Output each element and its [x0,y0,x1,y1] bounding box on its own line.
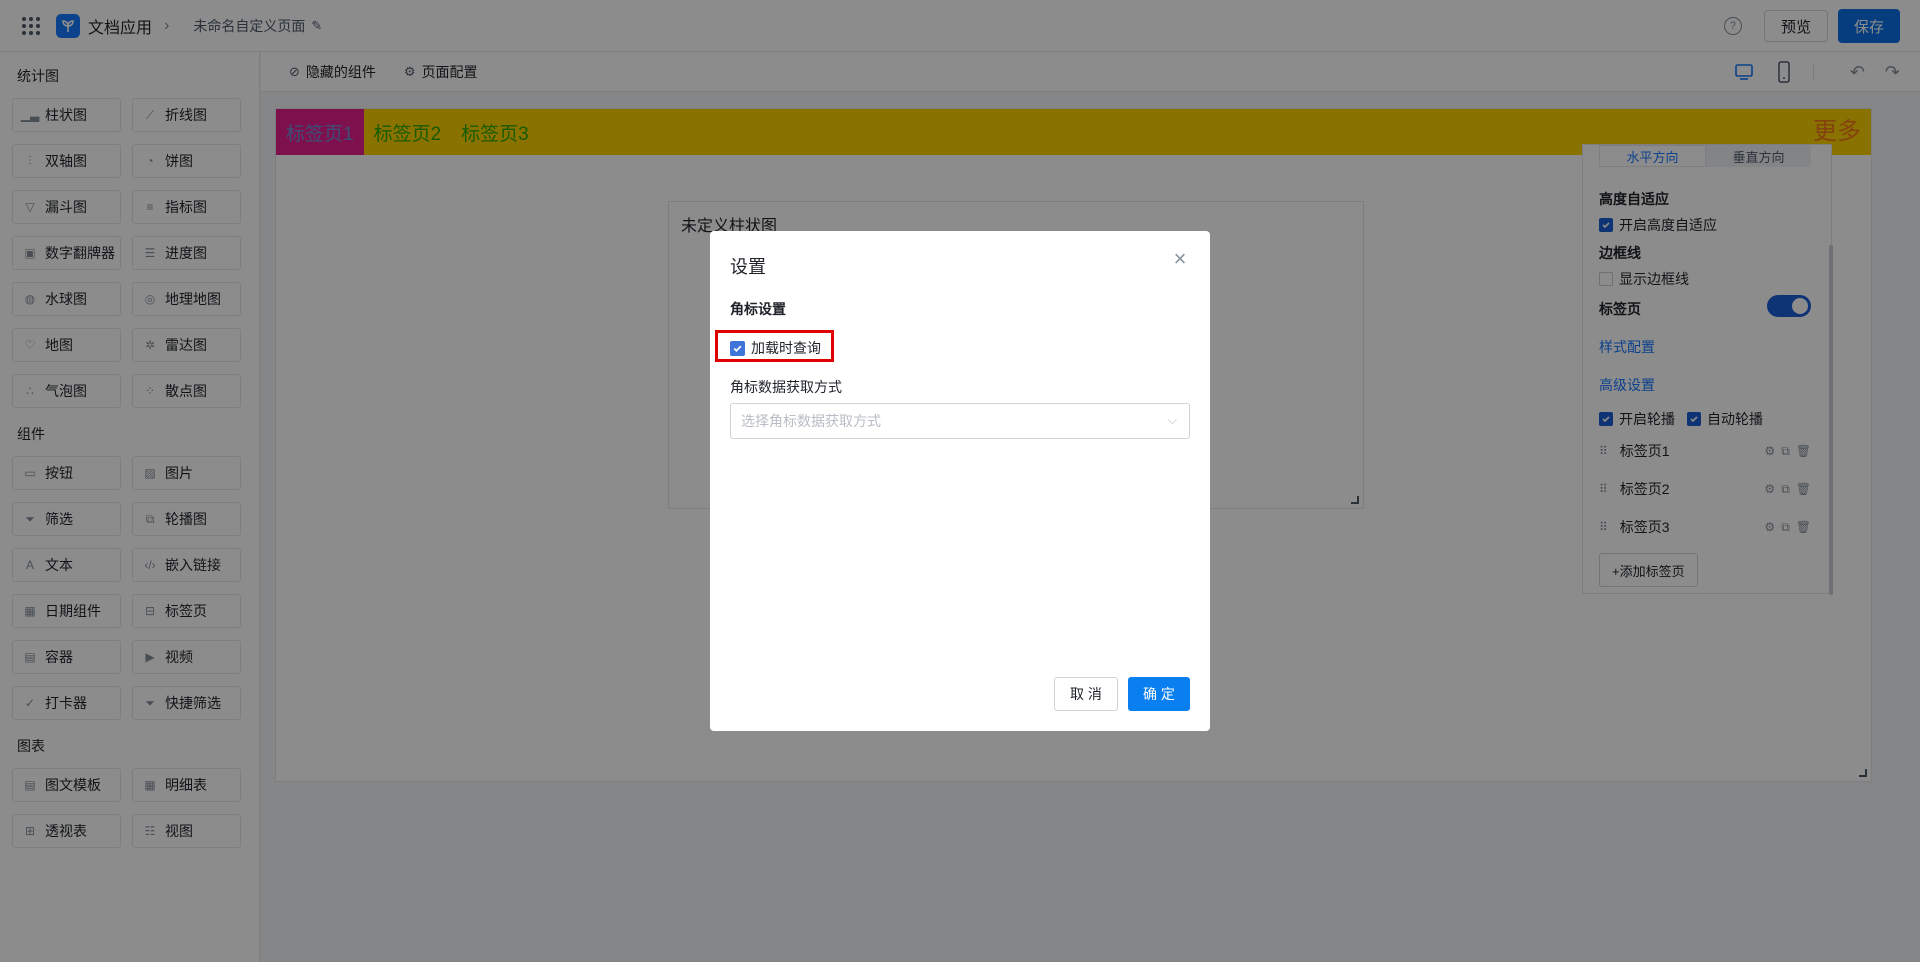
chevron-down-icon: ⌵ [1167,413,1177,427]
cancel-button[interactable]: 取 消 [1054,677,1118,711]
close-icon[interactable]: × [1168,246,1192,271]
fetch-mode-placeholder: 选择角标数据获取方式 [741,413,881,429]
checkbox-checked-icon [730,340,745,356]
load-query-label: 加载时查询 [751,340,821,356]
settings-modal: 设置 × 角标设置 加载时查询 角标数据获取方式 选择角标数据获取方式 ⌵ 取 … [710,231,1210,731]
badge-settings-title: 角标设置 [730,301,786,317]
fetch-mode-label: 角标数据获取方式 [730,379,842,395]
load-query-checkbox[interactable]: 加载时查询 [730,338,821,358]
fetch-mode-select[interactable]: 选择角标数据获取方式 ⌵ [730,403,1190,439]
confirm-button[interactable]: 确 定 [1128,677,1190,711]
modal-title: 设置 [730,257,766,277]
